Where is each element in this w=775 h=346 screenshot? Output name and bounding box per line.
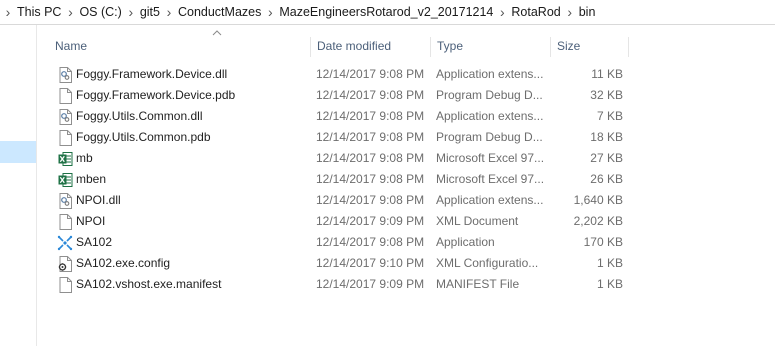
file-name: SA102.vshost.exe.manifest <box>76 277 222 291</box>
breadcrumb-chevron-icon[interactable]: › <box>494 0 510 24</box>
file-list: Foggy.Framework.Device.dll 12/14/2017 9:0… <box>37 64 775 295</box>
breadcrumb-item[interactable]: ConductMazes <box>177 0 262 24</box>
file-date-modified: 12/14/2017 9:09 PM <box>316 214 425 228</box>
column-header-name[interactable]: Name <box>49 37 311 57</box>
file-size: 1,640 KB <box>573 193 623 207</box>
file-size: 11 KB <box>591 67 623 81</box>
breadcrumb-chevron-icon[interactable]: › <box>62 0 78 24</box>
config-file-icon <box>57 253 73 274</box>
file-size: 7 KB <box>596 109 623 123</box>
file-name: Foggy.Framework.Device.pdb <box>76 88 236 102</box>
file-date-modified: 12/14/2017 9:08 PM <box>316 67 425 81</box>
generic-file-icon <box>57 274 73 295</box>
file-date-modified: 12/14/2017 9:09 PM <box>316 277 425 291</box>
breadcrumb-item[interactable]: This PC <box>16 0 62 24</box>
file-type: MANIFEST File <box>436 277 520 291</box>
column-headers: Name Date modified Type Size <box>37 25 775 66</box>
file-row[interactable]: Foggy.Framework.Device.pdb 12/14/2017 9:0… <box>37 85 775 106</box>
file-type: XML Configuratio... <box>436 256 539 270</box>
file-date-modified: 12/14/2017 9:08 PM <box>316 235 425 249</box>
file-name: mb <box>76 151 93 165</box>
file-size: 170 KB <box>583 235 623 249</box>
file-type: Application extens... <box>436 67 544 81</box>
address-bar[interactable]: › This PC › OS (C:) › git5 › ConductMazes › MazeE… <box>0 0 775 25</box>
file-row[interactable]: NPOI 12/14/2017 9:09 PM XML Document 2,202 … <box>37 211 775 232</box>
file-row[interactable]: NPOI.dll 12/14/2017 9:08 PM Application ex… <box>37 190 775 211</box>
column-header-size[interactable]: Size <box>551 37 629 57</box>
breadcrumb-item[interactable]: git5 <box>139 0 161 24</box>
file-size: 32 KB <box>590 88 623 102</box>
file-size: 26 KB <box>590 172 623 186</box>
breadcrumb-chevron-icon[interactable]: › <box>161 0 177 24</box>
file-name: Foggy.Framework.Device.dll <box>76 67 228 81</box>
file-size: 18 KB <box>590 130 623 144</box>
dll-file-icon <box>57 106 73 127</box>
file-type: Microsoft Excel 97... <box>436 151 545 165</box>
file-type: Program Debug D... <box>436 88 543 102</box>
generic-file-icon <box>57 127 73 148</box>
file-row[interactable]: Foggy.Utils.Common.pdb 12/14/2017 9:08 PM… <box>37 127 775 148</box>
file-date-modified: 12/14/2017 9:08 PM <box>316 88 425 102</box>
file-type: Application extens... <box>436 193 544 207</box>
excel-file-icon <box>57 169 73 190</box>
breadcrumb-item[interactable]: OS (C:) <box>78 0 122 24</box>
file-size: 1 KB <box>596 256 623 270</box>
file-row[interactable]: mb 12/14/2017 9:08 PM Microsoft Excel 97..… <box>37 148 775 169</box>
file-name: Foggy.Utils.Common.pdb <box>76 130 211 144</box>
file-row[interactable]: SA102.exe.config 12/14/2017 9:10 PM XML Co… <box>37 253 775 274</box>
file-row[interactable]: Foggy.Framework.Device.dll 12/14/2017 9:0… <box>37 64 775 85</box>
file-name: NPOI <box>76 214 106 228</box>
dll-file-icon <box>57 64 73 85</box>
column-header-type[interactable]: Type <box>431 37 551 57</box>
breadcrumb-chevron-icon[interactable]: › <box>0 0 16 24</box>
dll-file-icon <box>57 190 73 211</box>
breadcrumb-item[interactable]: RotaRod <box>510 0 561 24</box>
file-type: Application <box>436 235 495 249</box>
breadcrumb-item[interactable]: MazeEngineersRotarod_v2_20171214 <box>278 0 494 24</box>
file-type: Microsoft Excel 97... <box>436 172 545 186</box>
file-row[interactable]: mben 12/14/2017 9:08 PM Microsoft Excel 97… <box>37 169 775 190</box>
file-name: SA102.exe.config <box>76 256 171 270</box>
file-name: SA102 <box>76 235 113 249</box>
file-row[interactable]: SA102.vshost.exe.manifest 12/14/2017 9:09… <box>37 274 775 295</box>
file-name: mben <box>76 172 107 186</box>
file-name: NPOI.dll <box>76 193 121 207</box>
file-row[interactable]: Foggy.Utils.Common.dll 12/14/2017 9:08 PM… <box>37 106 775 127</box>
excel-file-icon <box>57 148 73 169</box>
column-header-date-modified[interactable]: Date modified <box>311 37 431 57</box>
file-size: 1 KB <box>596 277 623 291</box>
file-row[interactable]: SA102 12/14/2017 9:08 PM Application 170 KB <box>37 232 775 253</box>
file-date-modified: 12/14/2017 9:10 PM <box>316 256 425 270</box>
file-date-modified: 12/14/2017 9:08 PM <box>316 193 425 207</box>
breadcrumb-chevron-icon[interactable]: › <box>562 0 578 24</box>
file-type: XML Document <box>436 214 519 228</box>
file-type: Application extens... <box>436 109 544 123</box>
breadcrumb-chevron-icon[interactable]: › <box>123 0 139 24</box>
file-date-modified: 12/14/2017 9:08 PM <box>316 172 425 186</box>
navigation-pane[interactable] <box>0 25 37 346</box>
file-name: Foggy.Utils.Common.dll <box>76 109 203 123</box>
breadcrumb-chevron-icon[interactable]: › <box>262 0 278 24</box>
file-date-modified: 12/14/2017 9:08 PM <box>316 130 425 144</box>
file-date-modified: 12/14/2017 9:08 PM <box>316 151 425 165</box>
file-type: Program Debug D... <box>436 130 543 144</box>
sort-ascending-icon <box>212 30 222 36</box>
generic-file-icon <box>57 211 73 232</box>
generic-file-icon <box>57 85 73 106</box>
file-date-modified: 12/14/2017 9:08 PM <box>316 109 425 123</box>
nav-selected-item[interactable] <box>0 141 36 163</box>
file-size: 2,202 KB <box>573 214 623 228</box>
application-icon <box>57 232 73 253</box>
breadcrumb-item[interactable]: bin <box>578 0 597 24</box>
file-size: 27 KB <box>590 151 623 165</box>
